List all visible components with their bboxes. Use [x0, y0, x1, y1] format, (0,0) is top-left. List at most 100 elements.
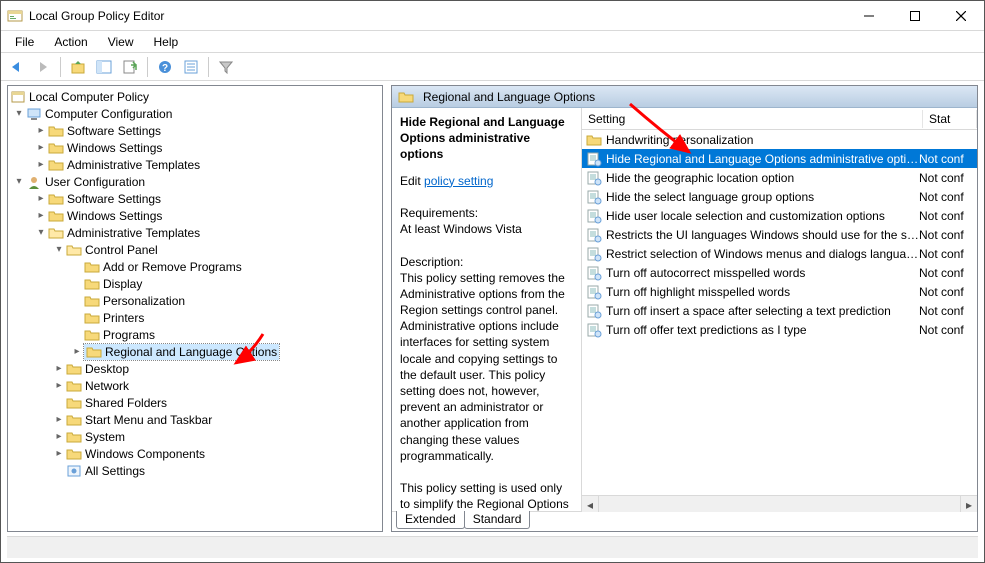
tree-item[interactable]: Shared Folders — [8, 394, 382, 411]
tree-item[interactable]: ▸Software Settings — [8, 122, 382, 139]
col-state[interactable]: Stat — [923, 110, 977, 128]
list-item-label: Turn off offer text predictions as I typ… — [606, 323, 919, 337]
chevron-right-icon[interactable]: ▸ — [52, 414, 66, 425]
chevron-right-icon[interactable]: ▸ — [34, 193, 48, 204]
tree-item[interactable]: ▸Software Settings — [8, 190, 382, 207]
folder-icon — [66, 395, 82, 411]
chevron-right-icon[interactable]: ▸ — [34, 125, 48, 136]
policy-icon — [586, 189, 602, 205]
tree-all-settings[interactable]: All Settings — [8, 462, 382, 479]
policy-icon — [10, 89, 26, 105]
list-item[interactable]: Hide user locale selection and customiza… — [582, 206, 977, 225]
tree-item[interactable]: ▸Desktop — [8, 360, 382, 377]
list-item[interactable]: Turn off offer text predictions as I typ… — [582, 320, 977, 339]
chevron-down-icon[interactable]: ▾ — [34, 227, 48, 238]
titlebar: Local Group Policy Editor — [1, 1, 984, 31]
tree-item[interactable]: ▸Windows Components — [8, 445, 382, 462]
list-folder-item[interactable]: Handwriting personalization — [582, 130, 977, 149]
folder-open-icon — [48, 225, 64, 241]
chevron-right-icon[interactable]: ▸ — [34, 210, 48, 221]
tab-standard[interactable]: Standard — [464, 511, 531, 529]
forward-button[interactable] — [31, 55, 55, 79]
list-item-state: Not conf — [919, 152, 973, 166]
folder-icon — [84, 327, 100, 343]
list-item[interactable]: Hide the select language group optionsNo… — [582, 187, 977, 206]
description-pane[interactable]: Hide Regional and Language Options admin… — [392, 108, 582, 512]
list-item-label: Turn off highlight misspelled words — [606, 285, 919, 299]
menu-view[interactable]: View — [98, 33, 144, 51]
edit-label: Edit — [400, 174, 424, 188]
chevron-right-icon[interactable]: ▸ — [52, 431, 66, 442]
tree-label: Start Menu and Taskbar — [85, 413, 212, 427]
minimize-button[interactable] — [846, 1, 892, 30]
list-item[interactable]: Turn off highlight misspelled wordsNot c… — [582, 282, 977, 301]
tree-item[interactable]: Display — [8, 275, 382, 292]
list-item[interactable]: Hide Regional and Language Options admin… — [582, 149, 977, 168]
menu-help[interactable]: Help — [144, 33, 189, 51]
list-item-label: Turn off autocorrect misspelled words — [606, 266, 919, 280]
tree-item[interactable]: ▸System — [8, 428, 382, 445]
edit-policy-link[interactable]: policy setting — [424, 174, 493, 188]
tree-item[interactable]: ▸Administrative Templates — [8, 156, 382, 173]
list-body[interactable]: Handwriting personalizationHide Regional… — [582, 130, 977, 495]
menu-action[interactable]: Action — [44, 33, 97, 51]
tree-item[interactable]: ▸ Start Menu and Taskbar — [8, 411, 382, 428]
menu-file[interactable]: File — [5, 33, 44, 51]
tree-pane[interactable]: Local Computer Policy ▾ Computer Configu… — [7, 85, 383, 532]
details-pane: Regional and Language Options Hide Regio… — [391, 85, 978, 532]
tree-regional-options[interactable]: ▸Regional and Language Options — [8, 343, 382, 360]
list-item[interactable]: Turn off insert a space after selecting … — [582, 301, 977, 320]
list-item[interactable]: Restrict selection of Windows menus and … — [582, 244, 977, 263]
list-item-label: Hide the select language group options — [606, 190, 919, 204]
tree-root[interactable]: Local Computer Policy — [8, 88, 382, 105]
properties-button[interactable] — [179, 55, 203, 79]
list-item[interactable]: Hide the geographic location optionNot c… — [582, 168, 977, 187]
tree-computer-config[interactable]: ▾ Computer Configuration — [8, 105, 382, 122]
folder-icon — [48, 157, 64, 173]
chevron-right-icon[interactable]: ▸ — [34, 159, 48, 170]
folder-open-icon — [66, 242, 82, 258]
description-label: Description: — [400, 254, 571, 270]
tree-item[interactable]: Personalization — [8, 292, 382, 309]
tree-item[interactable]: Add or Remove Programs — [8, 258, 382, 275]
tree-control-panel[interactable]: ▾Control Panel — [8, 241, 382, 258]
tree-item[interactable]: ▸Network — [8, 377, 382, 394]
chevron-down-icon[interactable]: ▾ — [12, 108, 26, 119]
help-button[interactable]: ? — [153, 55, 177, 79]
folder-icon — [48, 191, 64, 207]
chevron-right-icon[interactable]: ▸ — [52, 363, 66, 374]
col-setting[interactable]: Setting — [582, 110, 923, 128]
policy-icon — [586, 246, 602, 262]
list-item-label: Turn off insert a space after selecting … — [606, 304, 919, 318]
list-item[interactable]: Turn off autocorrect misspelled wordsNot… — [582, 263, 977, 282]
show-hide-tree-button[interactable] — [92, 55, 116, 79]
export-list-button[interactable] — [118, 55, 142, 79]
settings-icon — [66, 463, 82, 479]
tree-item[interactable]: Programs — [8, 326, 382, 343]
toolbar-separator — [208, 57, 209, 77]
chevron-right-icon[interactable]: ▸ — [70, 346, 84, 357]
maximize-button[interactable] — [892, 1, 938, 30]
filter-button[interactable] — [214, 55, 238, 79]
up-button[interactable] — [66, 55, 90, 79]
scroll-left-arrow[interactable]: ◂ — [582, 496, 599, 512]
chevron-right-icon[interactable]: ▸ — [52, 380, 66, 391]
tree-user-config[interactable]: ▾ User Configuration — [8, 173, 382, 190]
list-item[interactable]: Restricts the UI languages Windows shoul… — [582, 225, 977, 244]
chevron-down-icon[interactable]: ▾ — [52, 244, 66, 255]
chevron-right-icon[interactable]: ▸ — [34, 142, 48, 153]
tab-extended[interactable]: Extended — [396, 511, 465, 529]
tree-label: All Settings — [85, 464, 145, 478]
chevron-right-icon[interactable]: ▸ — [52, 448, 66, 459]
scroll-right-arrow[interactable]: ▸ — [960, 496, 977, 512]
tree-item[interactable]: ▸Windows Settings — [8, 139, 382, 156]
back-button[interactable] — [5, 55, 29, 79]
close-button[interactable] — [938, 1, 984, 30]
horizontal-scrollbar[interactable]: ◂ ▸ — [582, 495, 977, 512]
tree-item[interactable]: ▸Windows Settings — [8, 207, 382, 224]
policy-icon — [586, 170, 602, 186]
tree-admin-templates[interactable]: ▾Administrative Templates — [8, 224, 382, 241]
app-window: Local Group Policy Editor File Action Vi… — [0, 0, 985, 563]
tree-item[interactable]: Printers — [8, 309, 382, 326]
chevron-down-icon[interactable]: ▾ — [12, 176, 26, 187]
